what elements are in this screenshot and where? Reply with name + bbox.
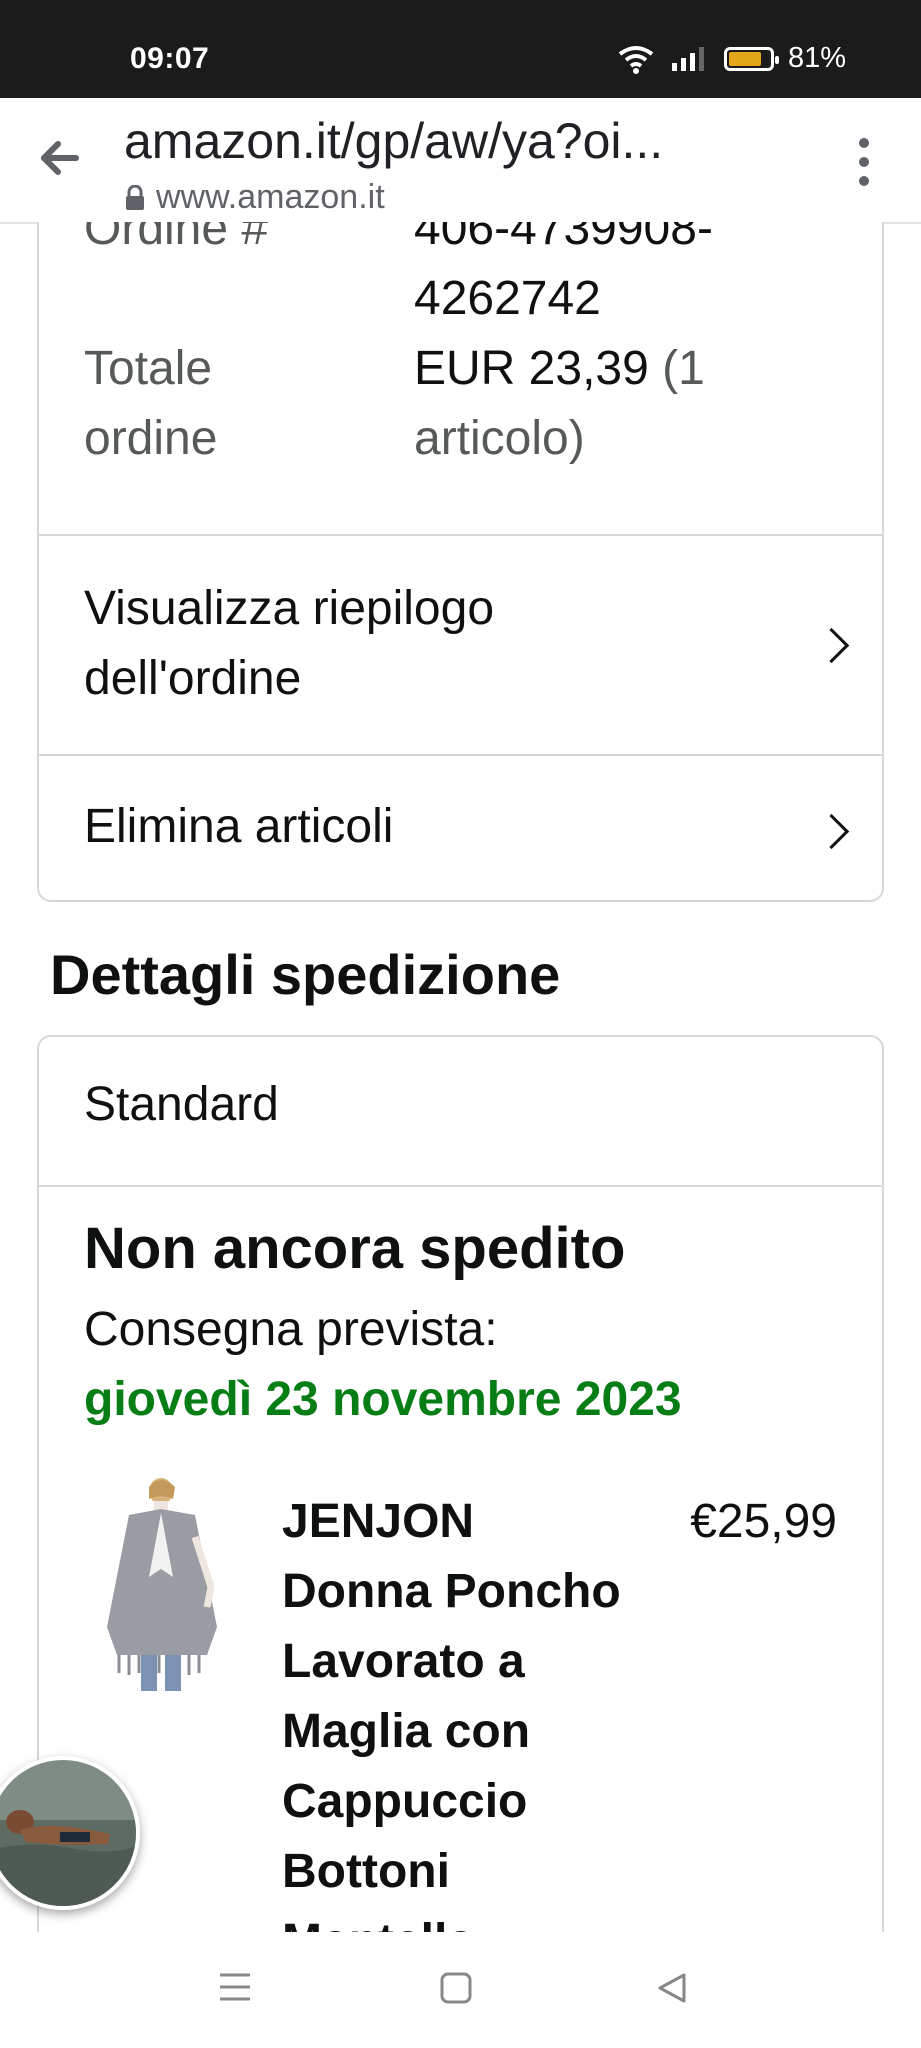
remove-items-row[interactable]: Elimina articoli (39, 754, 882, 900)
status-icons: 81% (616, 42, 846, 75)
order-number-line2: 4262742 (414, 272, 601, 325)
product-image[interactable] (99, 1477, 229, 1692)
domain-text: www.amazon.it (156, 178, 385, 216)
video-thumbnail (0, 1760, 136, 1906)
chevron-right-icon (813, 813, 850, 850)
total-value-line1: EUR 23,39 (1 (414, 334, 705, 404)
shipment-status: Non ancora spedito (84, 1216, 626, 1281)
view-order-summary-row[interactable]: Visualizza riepilogo dell'ordine (39, 534, 882, 754)
status-bar: 09:07 81% (0, 0, 921, 98)
order-number-label: Ordine # (84, 222, 269, 255)
product-title-line: Cappuccio (282, 1775, 528, 1828)
shipping-method: Standard (84, 1078, 279, 1131)
total-label-line1: Totale (84, 342, 213, 395)
product-title-line: Donna Poncho (282, 1565, 621, 1618)
battery-level (728, 51, 762, 66)
domain-line: www.amazon.it (124, 178, 385, 217)
view-summary-line1: Visualizza riepilogo (84, 582, 495, 635)
lock-icon (126, 184, 144, 210)
total-amount: EUR 23,39 (414, 342, 649, 395)
signal-icon (671, 46, 704, 71)
item-count-open: (1 (662, 342, 705, 395)
more-vertical-icon[interactable] (859, 138, 871, 186)
wifi-icon (618, 45, 654, 74)
product-title-line: Maglia con (282, 1705, 531, 1758)
menu-icon[interactable] (218, 1972, 252, 2002)
product-title-line: JENJON (282, 1495, 475, 1548)
system-navigation-bar (0, 1932, 921, 2048)
page-content: Ordine # 406-4739908- 4262742 Totale ord… (0, 222, 921, 1932)
delivery-label: Consegna prevista: (84, 1303, 498, 1356)
back-arrow-icon[interactable] (36, 138, 82, 178)
back-icon[interactable] (656, 1972, 688, 2004)
battery-icon (723, 46, 779, 71)
order-info-card: Ordine # 406-4739908- 4262742 Totale ord… (37, 222, 884, 902)
divider (39, 1185, 882, 1187)
browser-toolbar: amazon.it/gp/aw/ya?oi... www.amazon.it (0, 98, 921, 224)
delivery-date: giovedì 23 novembre 2023 (84, 1373, 682, 1426)
chevron-right-icon (813, 627, 850, 664)
product-price: €25,99 (690, 1495, 837, 1548)
home-icon[interactable] (440, 1972, 472, 2004)
status-time: 09:07 (130, 42, 210, 75)
item-count-close: articolo) (414, 412, 585, 465)
total-value-line2: articolo) (414, 404, 585, 474)
shipping-card: Standard Non ancora spedito Consegna pre… (37, 1035, 884, 1932)
battery-percent: 81% (787, 42, 846, 74)
view-summary-line2: dell'ordine (84, 652, 302, 705)
product-title-line: Lavorato a (282, 1635, 525, 1688)
product-title-line: Mantella (282, 1907, 652, 1932)
shipping-section-title: Dettagli spedizione (50, 943, 561, 1006)
product-title-line: Bottoni (282, 1845, 450, 1898)
remove-items-label: Elimina articoli (84, 800, 394, 853)
url-text[interactable]: amazon.it/gp/aw/ya?oi... (124, 112, 663, 170)
product-title[interactable]: JENJON Donna Poncho Lavorato a Maglia co… (282, 1487, 652, 1932)
total-label-line2: ordine (84, 412, 218, 465)
order-number-line1: 406-4739908- (414, 222, 713, 255)
